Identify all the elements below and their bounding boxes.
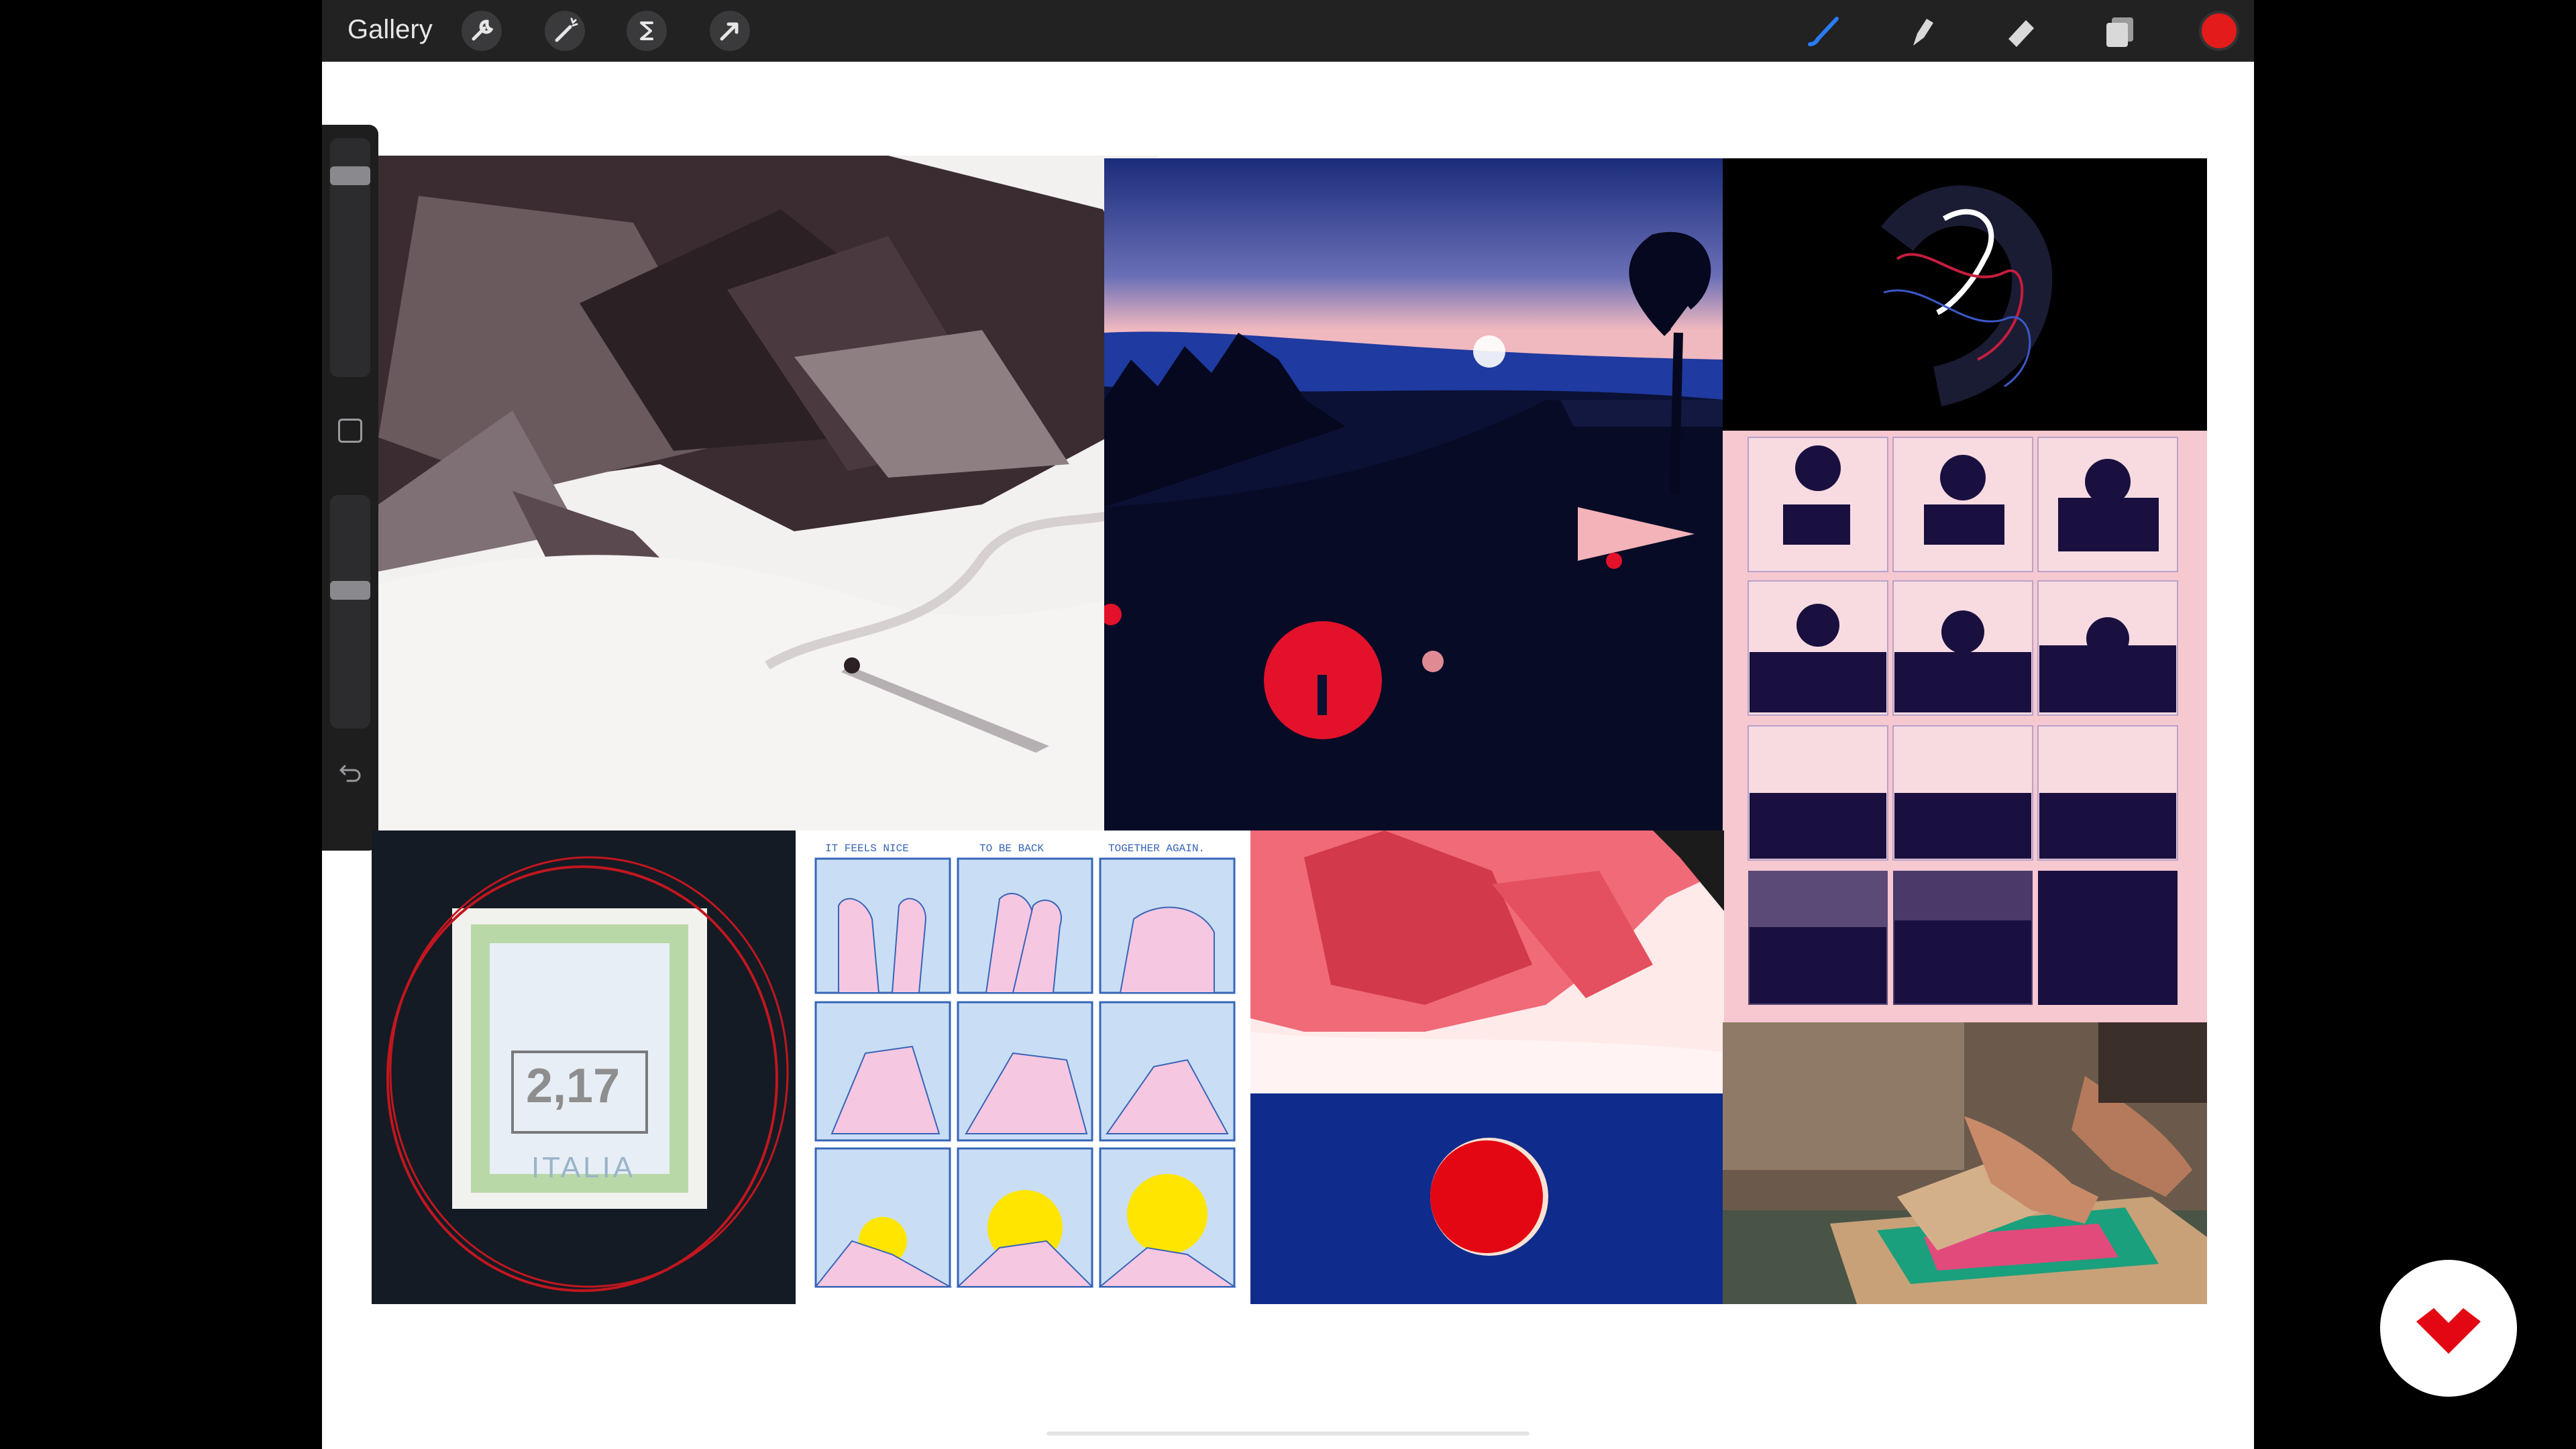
sunset-sea-sequence-grid	[1723, 431, 2207, 1022]
layers-icon[interactable]	[2098, 9, 2141, 52]
wrench-icon[interactable]	[462, 11, 502, 51]
scribble-head-sketch	[1723, 158, 2207, 432]
top-toolbar: Gallery	[322, 0, 2254, 62]
magic-wand-icon[interactable]	[545, 11, 585, 51]
comic-caption-3: TOGETHER AGAIN.	[1108, 843, 1205, 855]
comic-caption-1: IT FEELS NICE	[825, 843, 909, 855]
mountain-pyramid-illustration	[378, 156, 1158, 830]
brush-icon[interactable]	[1802, 9, 1845, 52]
eraser-icon[interactable]	[1999, 9, 2042, 52]
smudge-icon[interactable]	[1900, 9, 1943, 52]
opacity-handle[interactable]	[330, 581, 370, 600]
undo-icon[interactable]	[334, 755, 366, 788]
transform-arrow-icon[interactable]	[710, 11, 750, 51]
left-sidebar	[322, 125, 378, 851]
opacity-slider[interactable]	[330, 495, 370, 729]
comic-caption-2: TO BE BACK	[979, 843, 1044, 855]
red-rock-landscape	[1250, 830, 1724, 1093]
home-indicator	[1046, 1432, 1529, 1436]
italia-stamp-photo: 2,17 ITALIA	[372, 830, 796, 1304]
stamp-country: ITALIA	[531, 1151, 636, 1184]
brand-logo-badge	[2380, 1260, 2517, 1397]
stamp-value: 2,17	[526, 1059, 621, 1113]
selection-s-icon[interactable]	[627, 11, 667, 51]
coastal-night-city-illustration	[1104, 158, 1724, 830]
modify-button[interactable]	[338, 419, 362, 443]
brush-size-handle[interactable]	[330, 166, 370, 185]
procreate-canvas-screen: Gallery 2,17 ITALIA IT FEELS NICE TO BE …	[322, 0, 2254, 1449]
red-circle-on-blue	[1250, 1093, 1724, 1304]
gallery-button[interactable]: Gallery	[347, 15, 433, 45]
screen-printing-photo	[1723, 1022, 2207, 1304]
color-picker-swatch[interactable]	[2199, 11, 2239, 51]
hands-comic-panels: IT FEELS NICE TO BE BACK TOGETHER AGAIN.	[812, 839, 1248, 1288]
